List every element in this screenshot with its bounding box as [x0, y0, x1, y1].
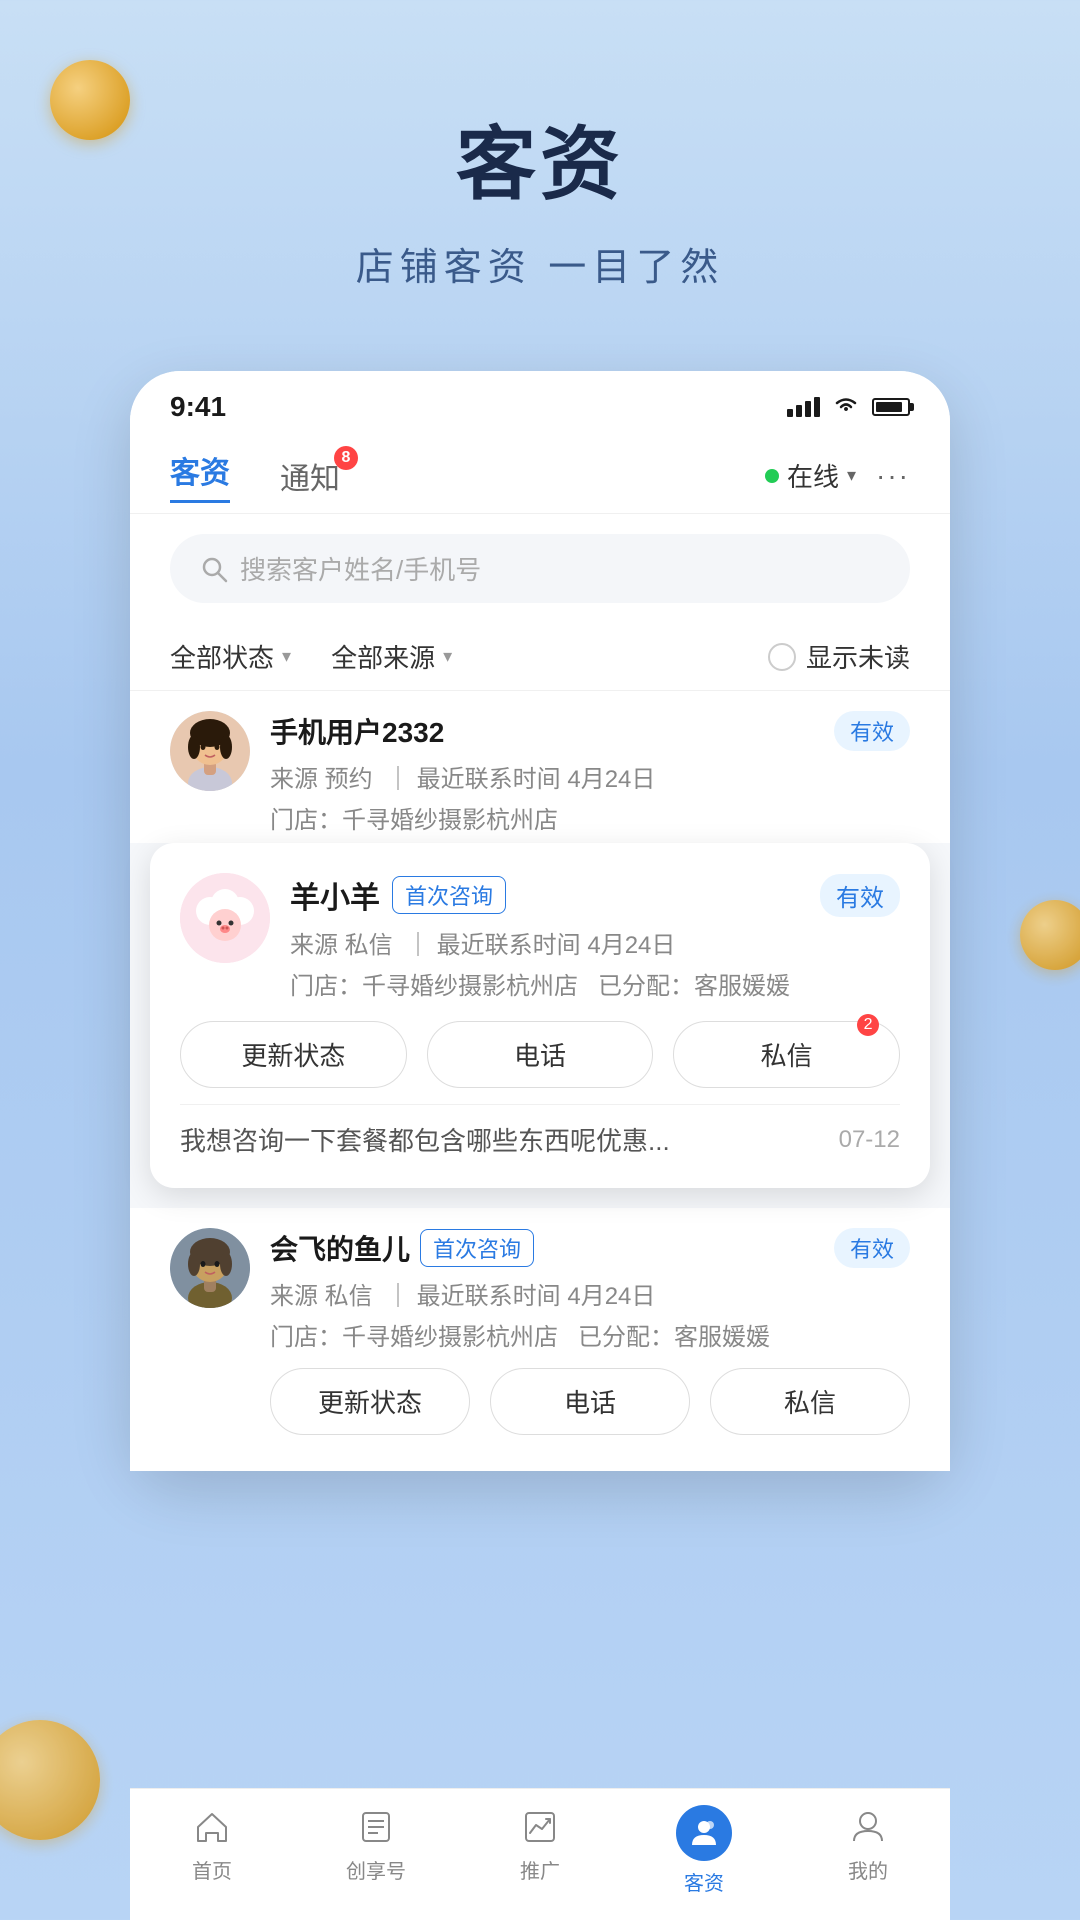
nav-item-kezi[interactable]: 客资	[622, 1805, 786, 1896]
featured-store-row: 门店：千寻婚纱摄影杭州店 已分配：客服媛媛	[290, 966, 900, 1001]
signal-icon	[787, 397, 820, 417]
chart-icon	[518, 1805, 562, 1849]
nav-label-kezi: 客资	[684, 1867, 724, 1896]
featured-contact-name: 羊小羊	[290, 873, 380, 917]
nav-label-chuang: 创享号	[346, 1855, 406, 1884]
person-active-icon	[676, 1805, 732, 1861]
user-icon	[846, 1805, 890, 1849]
search-input[interactable]: 搜索客户姓名/手机号	[240, 550, 481, 587]
phone-mockup: 9:41 客资 通知	[130, 371, 950, 1471]
search-bar-container: 搜索客户姓名/手机号	[130, 514, 950, 623]
search-bar[interactable]: 搜索客户姓名/手机号	[170, 534, 910, 603]
source-filter-button[interactable]: 全部来源 ▾	[331, 638, 452, 675]
battery-icon	[872, 398, 910, 416]
nav-item-chuang[interactable]: 创享号	[294, 1805, 458, 1896]
avatar	[170, 1228, 250, 1308]
filter-row: 全部状态 ▾ 全部来源 ▾ 显示未读	[130, 623, 950, 691]
tab-notification[interactable]: 通知 8	[280, 454, 340, 498]
status-bar: 9:41	[130, 371, 950, 433]
action-buttons: 更新状态 电话 私信 2	[180, 1021, 900, 1088]
phone-button[interactable]: 电话	[427, 1021, 654, 1088]
first-consult-tag: 首次咨询	[392, 876, 506, 914]
update-status-button[interactable]: 更新状态	[180, 1021, 407, 1088]
contact-item[interactable]: 手机用户2332 有效 来源 预约 ｜ 最近联系时间 4月24日 门店：千寻婚纱…	[130, 691, 950, 863]
notification-badge: 8	[334, 446, 358, 470]
partial-phone-button[interactable]: 电话	[490, 1368, 690, 1435]
contact-name: 手机用户2332	[270, 717, 444, 748]
home-icon	[190, 1805, 234, 1849]
search-icon	[200, 555, 228, 583]
status-badge: 有效	[834, 711, 910, 751]
status-time: 9:41	[170, 391, 226, 423]
more-options-button[interactable]: ···	[876, 460, 910, 492]
bottom-navigation: 首页 创享号 推广	[130, 1788, 950, 1920]
partial-first-consult-tag: 首次咨询	[420, 1229, 534, 1267]
private-message-badge: 2	[857, 1014, 879, 1036]
nav-item-home[interactable]: 首页	[130, 1805, 294, 1896]
nav-label-mine: 我的	[848, 1855, 888, 1884]
last-message-row: 我想咨询一下套餐都包含哪些东西呢优惠... 07-12	[180, 1104, 900, 1158]
nav-item-mine[interactable]: 我的	[786, 1805, 950, 1896]
contact-info: 手机用户2332 有效 来源 预约 ｜ 最近联系时间 4月24日 门店：千寻婚纱…	[270, 711, 910, 835]
radio-button[interactable]	[768, 643, 796, 671]
chevron-down-icon: ▾	[443, 646, 452, 667]
chevron-down-icon: ▾	[847, 465, 856, 486]
partial-contact-meta: 来源 私信 ｜ 最近联系时间 4月24日	[270, 1276, 910, 1311]
featured-meta: 来源 私信 ｜ 最近联系时间 4月24日	[290, 925, 900, 960]
decoration-orb-right	[1020, 900, 1080, 970]
featured-info: 羊小羊 首次咨询 有效 来源 私信 ｜ 最近联系时间 4月24日 门店：千寻婚纱…	[290, 873, 900, 1001]
nav-label-tuiguang: 推广	[520, 1855, 560, 1884]
status-icons	[787, 397, 910, 417]
page-subtitle: 店铺客资 一目了然	[0, 236, 1080, 291]
chevron-down-icon: ▾	[282, 646, 291, 667]
partial-contact-item[interactable]: 会飞的鱼儿 首次咨询 有效 来源 私信 ｜ 最近联系时间 4月24日 门店：千寻…	[130, 1208, 950, 1471]
contact-meta: 来源 预约 ｜ 最近联系时间 4月24日	[270, 759, 910, 794]
featured-status-badge: 有效	[820, 874, 900, 917]
partial-update-status-button[interactable]: 更新状态	[270, 1368, 470, 1435]
partial-private-message-button[interactable]: 私信	[710, 1368, 910, 1435]
note-icon	[354, 1805, 398, 1849]
nav-label-home: 首页	[192, 1855, 232, 1884]
partial-contact-info: 会飞的鱼儿 首次咨询 有效 来源 私信 ｜ 最近联系时间 4月24日 门店：千寻…	[270, 1228, 910, 1451]
online-status[interactable]: 在线 ▾	[765, 457, 856, 494]
page-header: 客资 店铺客资 一目了然	[0, 0, 1080, 331]
tab-kezi[interactable]: 客资	[170, 448, 230, 503]
status-filter-button[interactable]: 全部状态 ▾	[170, 638, 291, 675]
last-message-text: 我想咨询一下套餐都包含哪些东西呢优惠...	[180, 1121, 829, 1158]
featured-avatar	[180, 873, 270, 963]
decoration-orb-bottom-left	[0, 1720, 100, 1840]
contact-store: 门店：千寻婚纱摄影杭州店	[270, 800, 910, 835]
partial-status-badge: 有效	[834, 1228, 910, 1268]
wifi-icon	[832, 397, 860, 417]
show-unread-toggle[interactable]: 显示未读	[768, 638, 910, 675]
avatar	[170, 711, 250, 791]
featured-contact-card[interactable]: 羊小羊 首次咨询 有效 来源 私信 ｜ 最近联系时间 4月24日 门店：千寻婚纱…	[150, 843, 930, 1188]
page-title: 客资	[0, 100, 1080, 216]
app-navigation: 客资 通知 8 在线 ▾ ···	[130, 433, 950, 514]
partial-contact-store: 门店：千寻婚纱摄影杭州店 已分配：客服媛媛	[270, 1317, 910, 1352]
featured-header: 羊小羊 首次咨询 有效 来源 私信 ｜ 最近联系时间 4月24日 门店：千寻婚纱…	[180, 873, 900, 1001]
nav-item-tuiguang[interactable]: 推广	[458, 1805, 622, 1896]
partial-action-buttons: 更新状态 电话 私信	[270, 1368, 910, 1435]
private-message-button[interactable]: 私信 2	[673, 1021, 900, 1088]
online-dot	[765, 469, 779, 483]
last-message-time: 07-12	[839, 1126, 900, 1154]
partial-contact-name: 会飞的鱼儿	[270, 1228, 410, 1268]
